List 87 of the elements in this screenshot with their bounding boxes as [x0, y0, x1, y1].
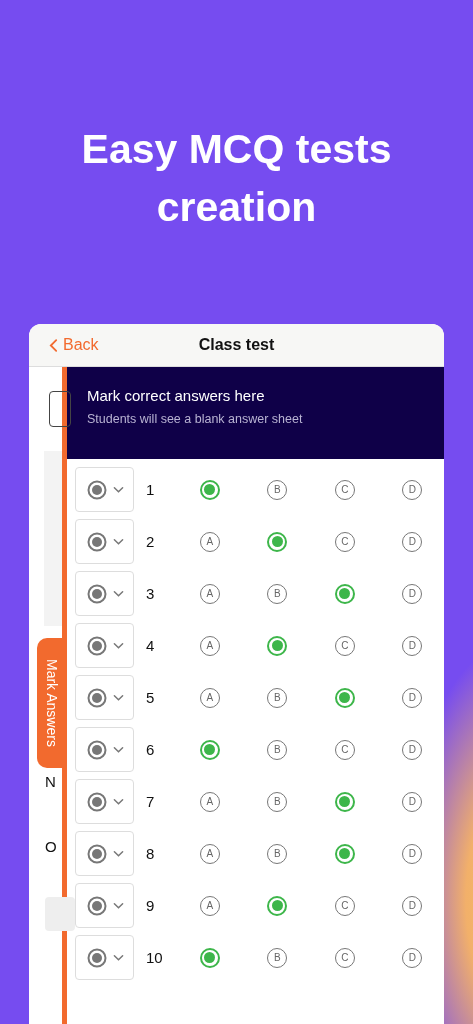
question-number: 5 — [145, 689, 156, 706]
answer-option[interactable] — [267, 531, 288, 552]
answer-option[interactable]: D — [402, 583, 423, 604]
radio-icon — [87, 739, 107, 760]
answer-option[interactable]: C — [334, 947, 355, 968]
radio-icon — [87, 583, 107, 604]
answer-option[interactable]: B — [267, 687, 288, 708]
answer-option[interactable]: A — [199, 687, 220, 708]
answer-type-dropdown[interactable] — [75, 935, 134, 980]
answer-type-dropdown[interactable] — [75, 467, 134, 512]
radio-icon — [87, 531, 107, 552]
answer-option[interactable] — [199, 479, 220, 500]
radio-icon — [87, 479, 107, 500]
answer-option[interactable]: D — [402, 843, 423, 864]
answer-option[interactable]: C — [334, 895, 355, 916]
answer-option[interactable]: D — [402, 687, 423, 708]
chevron-down-icon — [113, 745, 124, 754]
answer-option[interactable]: A — [199, 791, 220, 812]
answer-type-dropdown[interactable] — [75, 883, 134, 928]
question-number: 10 — [145, 949, 164, 966]
answer-option[interactable]: A — [199, 895, 220, 916]
answer-option[interactable]: D — [402, 635, 423, 656]
chevron-down-icon — [113, 797, 124, 806]
answer-option[interactable]: B — [267, 739, 288, 760]
answer-option[interactable]: D — [402, 479, 423, 500]
question-number: 9 — [145, 897, 156, 914]
back-chevron-icon — [49, 337, 58, 353]
screen-title: Class test — [198, 336, 275, 354]
banner-subtext: Students will see a blank answer sheet — [87, 412, 304, 426]
radio-icon — [87, 687, 107, 708]
chevron-down-icon — [113, 901, 124, 910]
answer-type-dropdown[interactable] — [75, 623, 134, 668]
radio-icon — [87, 895, 107, 916]
answer-type-dropdown[interactable] — [75, 675, 134, 720]
answer-option[interactable]: B — [267, 843, 288, 864]
chevron-down-icon — [113, 589, 124, 598]
answer-type-dropdown[interactable] — [75, 779, 134, 824]
answer-type-dropdown[interactable] — [75, 571, 134, 616]
answer-option[interactable]: A — [199, 531, 220, 552]
chevron-down-icon — [113, 485, 124, 494]
answer-option[interactable]: D — [402, 895, 423, 916]
answer-option[interactable] — [334, 843, 355, 864]
answer-option[interactable]: B — [267, 583, 288, 604]
chevron-down-icon — [113, 693, 124, 702]
chevron-down-icon — [113, 953, 124, 962]
answer-option[interactable]: C — [334, 739, 355, 760]
answer-option[interactable]: B — [267, 479, 288, 500]
answer-option[interactable]: A — [199, 843, 220, 864]
answer-option[interactable]: C — [334, 635, 355, 656]
answer-option[interactable]: D — [402, 791, 423, 812]
headline: Easy MCQ tests creation — [80, 125, 393, 232]
answer-option[interactable]: D — [402, 947, 423, 968]
answer-option[interactable] — [199, 947, 220, 968]
answer-type-dropdown[interactable] — [75, 727, 134, 772]
banner-heading: Mark correct answers here — [87, 387, 266, 404]
answer-option[interactable]: B — [267, 791, 288, 812]
answer-option[interactable]: B — [267, 947, 288, 968]
answer-option[interactable]: D — [402, 531, 423, 552]
answer-option[interactable] — [334, 687, 355, 708]
answer-option[interactable] — [267, 895, 288, 916]
answer-option[interactable] — [199, 739, 220, 760]
field-label: N — [45, 773, 56, 790]
answer-option[interactable]: D — [402, 739, 423, 760]
question-number: 2 — [145, 533, 156, 550]
answer-option[interactable]: C — [334, 531, 355, 552]
question-number: 3 — [145, 585, 156, 602]
radio-icon — [87, 635, 107, 656]
radio-icon — [87, 843, 107, 864]
chevron-down-icon — [113, 537, 124, 546]
answer-option[interactable] — [267, 635, 288, 656]
question-number: 8 — [145, 845, 156, 862]
answer-option[interactable]: C — [334, 479, 355, 500]
radio-icon — [87, 947, 107, 968]
chevron-down-icon — [113, 849, 124, 858]
answer-type-dropdown[interactable] — [75, 831, 134, 876]
question-number: 6 — [145, 741, 156, 758]
answer-option[interactable] — [334, 791, 355, 812]
chevron-down-icon — [113, 641, 124, 650]
answer-option[interactable] — [334, 583, 355, 604]
answer-option[interactable]: A — [199, 635, 220, 656]
radio-icon — [87, 791, 107, 812]
answer-option[interactable]: A — [199, 583, 220, 604]
question-number: 7 — [145, 793, 156, 810]
answer-type-dropdown[interactable] — [75, 519, 134, 564]
field-label: O — [45, 838, 57, 855]
question-number: 1 — [145, 481, 156, 498]
question-number: 4 — [145, 637, 156, 654]
